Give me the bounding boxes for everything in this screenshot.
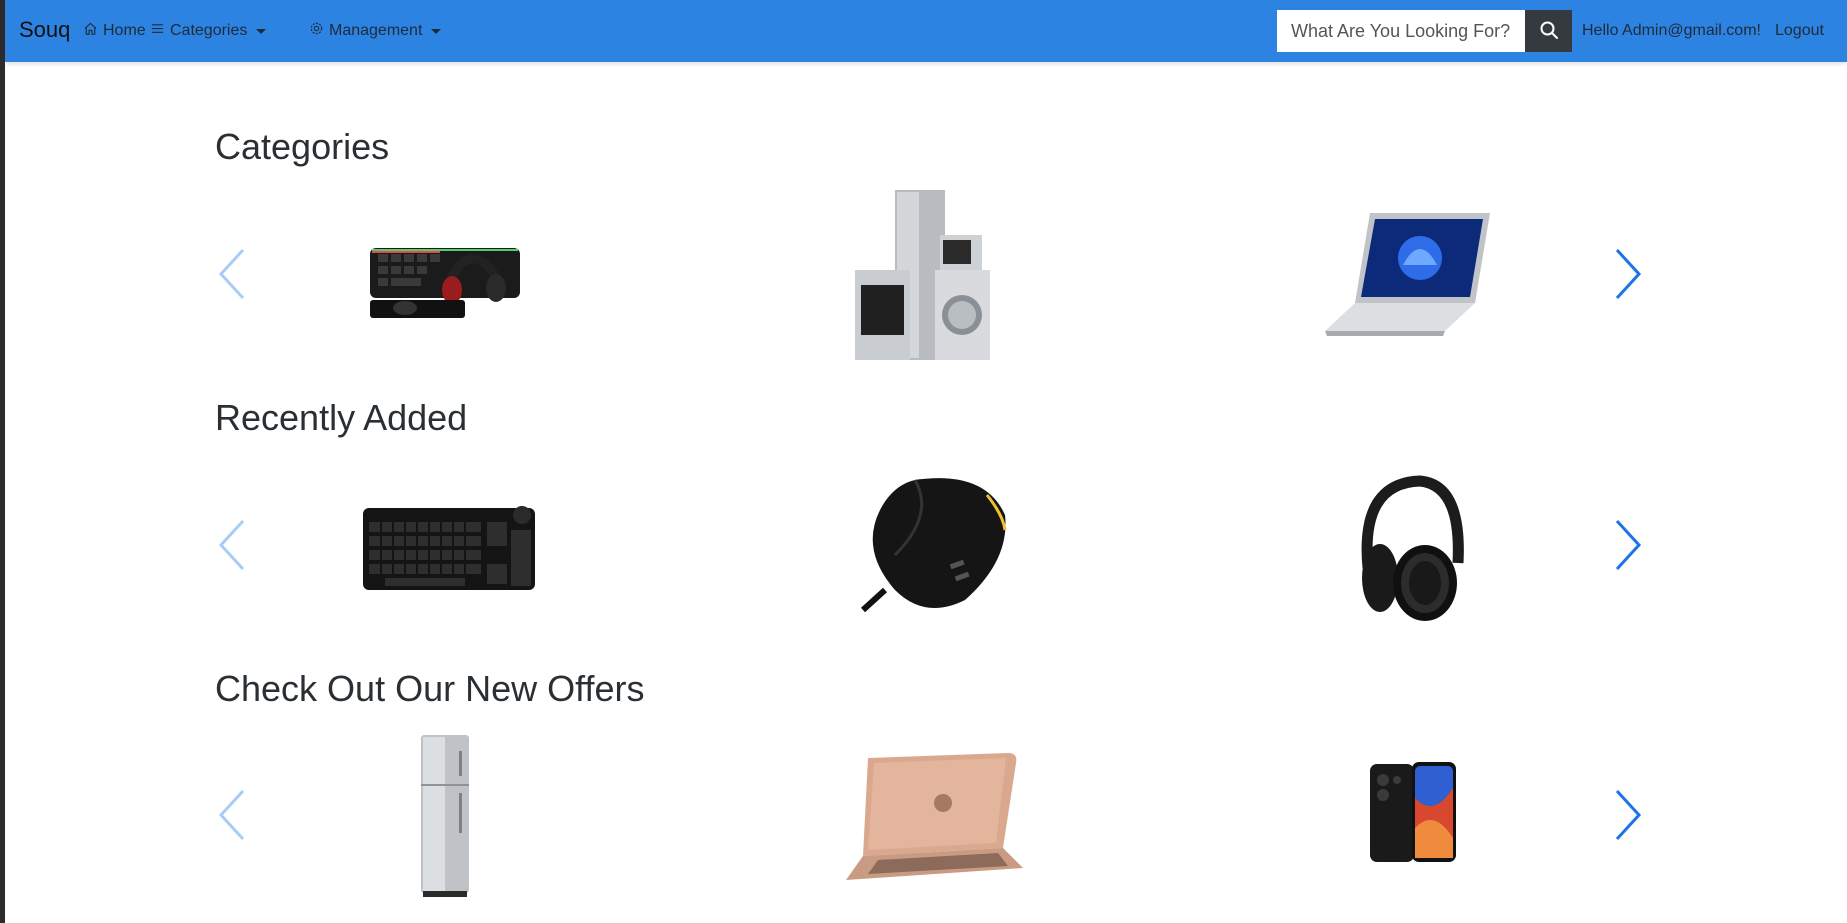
carousel-prev-arrow[interactable] <box>215 244 249 304</box>
headphones-image[interactable] <box>1345 470 1475 625</box>
logout-link[interactable]: Logout <box>1775 22 1824 40</box>
nav-categories-label: Categories <box>170 22 248 39</box>
carousel-prev-arrow[interactable] <box>215 515 249 575</box>
laptop-image[interactable] <box>1315 200 1505 345</box>
top-navbar: Souq Home Categories Management What Are… <box>5 0 1847 62</box>
caret-down-icon <box>431 28 442 34</box>
nav-categories-dropdown[interactable]: Categories <box>150 21 267 41</box>
nav-home-label: Home <box>103 22 146 39</box>
section-title-categories: Categories <box>215 126 390 167</box>
carousel-next-arrow[interactable] <box>1611 785 1645 845</box>
carousel-next-arrow[interactable] <box>1611 244 1645 304</box>
carousel-prev-arrow[interactable] <box>215 785 249 845</box>
page: Souq Home Categories Management What Are… <box>5 0 1847 923</box>
home-appliances-image[interactable] <box>835 180 1025 370</box>
nav-home[interactable]: Home <box>83 21 146 41</box>
search-input[interactable] <box>1277 10 1525 52</box>
mouse-image[interactable] <box>850 470 1020 620</box>
brand-logo[interactable]: Souq <box>19 17 70 43</box>
macbook-image[interactable] <box>835 745 1030 885</box>
keyboard-image[interactable] <box>350 495 540 595</box>
search-icon <box>1539 20 1559 43</box>
nav-management-dropdown[interactable]: Management <box>309 21 442 41</box>
list-icon <box>150 21 165 41</box>
search-button[interactable] <box>1525 10 1572 52</box>
section-title-new-offers: Check Out Our New Offers <box>215 668 645 709</box>
smartphone-image[interactable] <box>1365 755 1460 870</box>
caret-down-icon <box>256 28 267 34</box>
home-icon <box>83 21 98 41</box>
carousel-next-arrow[interactable] <box>1611 515 1645 575</box>
gaming-peripherals-image[interactable] <box>355 220 535 330</box>
nav-management-label: Management <box>329 22 423 39</box>
gear-icon <box>309 21 324 41</box>
section-title-recently-added: Recently Added <box>215 397 468 438</box>
search-bar <box>1277 10 1572 52</box>
refrigerator-image[interactable] <box>415 730 475 900</box>
user-greeting: Hello Admin@gmail.com! <box>1582 22 1761 39</box>
